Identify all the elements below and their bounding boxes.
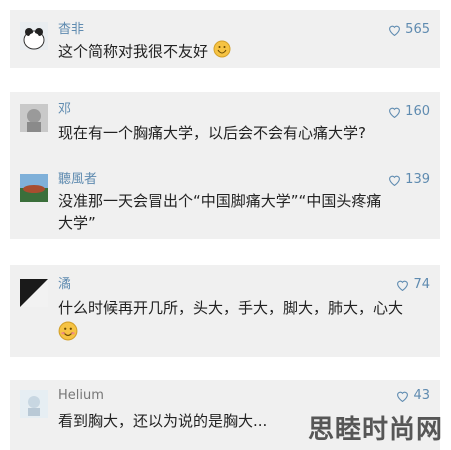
watermark-text: 思睦时尚网	[307, 415, 443, 445]
comment-card: 邓 160 现在有一个胸痛大学，以后会不会有心痛大学? 聽風者 139 没准那一…	[10, 92, 440, 239]
like-button[interactable]: 565	[388, 22, 430, 38]
comment-card: 潏 74 什么时候再开几所，头大，手大，脚大，肺大，心大	[10, 265, 440, 357]
avatar[interactable]	[20, 390, 48, 418]
heart-outline-icon	[397, 391, 409, 402]
comment-text-line: 大学”	[58, 214, 96, 232]
comment-item: 杳非 565 这个简称对我很不友好	[10, 10, 440, 68]
heart-outline-icon	[389, 107, 401, 118]
like-button[interactable]: 160	[388, 104, 430, 120]
like-count: 43	[413, 388, 430, 403]
like-button[interactable]: 43	[396, 388, 430, 404]
comment-item: 聽風者 139 没准那一天会冒出个“中国脚痛大学”“中国头疼痛 大学”	[10, 162, 440, 239]
avatar[interactable]	[20, 104, 48, 132]
smiling-emoji-icon	[58, 321, 78, 347]
comment-card: 杳非 565 这个简称对我很不友好	[10, 10, 440, 68]
avatar[interactable]	[20, 174, 48, 202]
heart-outline-icon	[397, 280, 409, 291]
username[interactable]: 杳非	[58, 22, 84, 38]
username[interactable]: 聽風者	[58, 172, 97, 188]
like-button[interactable]: 74	[396, 277, 430, 293]
heart-outline-icon	[389, 175, 401, 186]
heart-outline-icon	[389, 25, 401, 36]
like-count: 160	[405, 104, 430, 119]
comment-text: 这个简称对我很不友好	[58, 40, 430, 64]
username[interactable]: 邓	[58, 102, 71, 118]
comment-text-content: 什么时候再开几所，头大，手大，脚大，肺大，心大	[58, 299, 404, 317]
comment-text: 什么时候再开几所，头大，手大，脚大，肺大，心大	[58, 297, 430, 347]
like-count: 139	[405, 172, 430, 187]
comment-text: 现在有一个胸痛大学，以后会不会有心痛大学?	[58, 124, 366, 142]
comment-text-line: 没准那一天会冒出个“中国脚痛大学”“中国头疼痛	[58, 192, 382, 210]
smiling-emoji-icon	[213, 40, 231, 64]
comment-item: 潏 74 什么时候再开几所，头大，手大，脚大，肺大，心大	[10, 265, 440, 357]
username[interactable]: Helium	[58, 388, 104, 404]
avatar[interactable]	[20, 22, 48, 50]
like-count: 565	[405, 22, 430, 37]
like-count: 74	[413, 277, 430, 292]
like-button[interactable]: 139	[388, 172, 430, 188]
comment-item: 邓 160 现在有一个胸痛大学，以后会不会有心痛大学?	[10, 92, 440, 162]
avatar[interactable]	[20, 279, 48, 307]
comment-text: 没准那一天会冒出个“中国脚痛大学”“中国头疼痛 大学”	[58, 190, 430, 234]
username[interactable]: 潏	[58, 277, 71, 293]
comment-text-content: 这个简称对我很不友好	[58, 42, 209, 61]
